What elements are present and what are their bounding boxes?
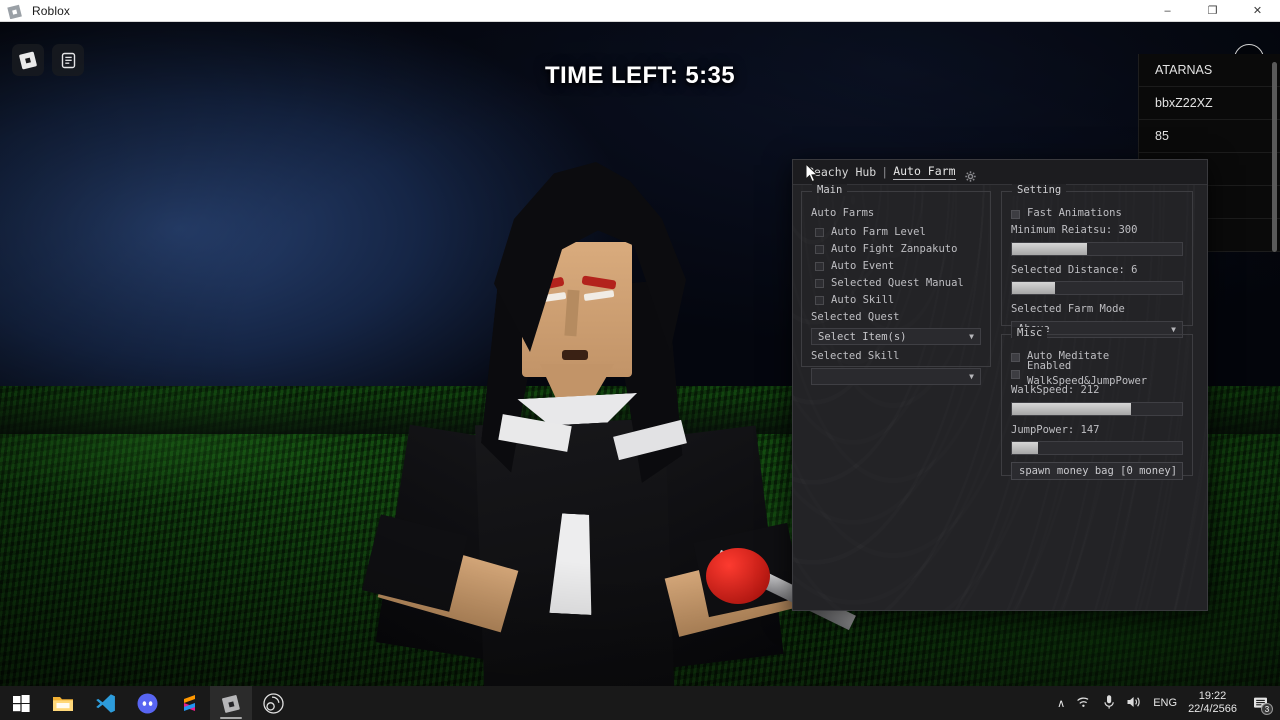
active-window-underline <box>220 716 242 719</box>
slider-walkspeed[interactable] <box>1011 401 1183 416</box>
spawn-money-bag-button[interactable]: spawn money bag [0 money] <box>1011 462 1183 480</box>
player-character <box>361 132 856 686</box>
selected-skill-label: Selected Skill <box>811 350 900 362</box>
list-item[interactable]: 85 <box>1139 120 1280 153</box>
slider-fill <box>1012 402 1131 415</box>
restore-button[interactable]: ❐ <box>1190 0 1235 22</box>
checkbox-label: Auto Fight Zanpakuto <box>831 242 958 255</box>
peachy-hub-panel[interactable]: Peachy Hub | Auto Farm Main Auto Farms A… <box>792 159 1208 611</box>
checkbox-label: Auto Event <box>831 259 895 272</box>
microphone-icon[interactable] <box>1103 694 1115 713</box>
gear-icon[interactable] <box>964 167 976 182</box>
close-button[interactable]: ✕ <box>1235 0 1280 22</box>
panel-title-bar[interactable]: Peachy Hub | Auto Farm <box>793 160 1207 185</box>
window-title-bar: Roblox – ❐ ✕ <box>0 0 1280 22</box>
notifications-icon[interactable]: 3 <box>1248 686 1274 720</box>
slider-fill <box>1012 242 1087 255</box>
dropdown-value: Select Item(s) <box>818 330 907 343</box>
chevron-down-icon[interactable]: ▼ <box>969 372 974 381</box>
chevron-down-icon[interactable]: ▼ <box>1171 325 1176 334</box>
game-viewport[interactable]: TIME LEFT: 5:35 ATARNAS bbxZ22XZ 85 6080… <box>0 22 1280 686</box>
list-item[interactable]: bbxZ22XZ <box>1139 87 1280 120</box>
time-left-label: TIME LEFT: 5:35 <box>544 62 736 89</box>
checkbox-icon[interactable] <box>815 245 824 254</box>
vscode-icon[interactable] <box>84 686 126 720</box>
group-misc: Misc Auto Meditate Enabled WalkSpeed&Jum… <box>1001 327 1193 480</box>
obs-studio-icon[interactable] <box>252 686 294 720</box>
slider-fill <box>1012 282 1055 294</box>
slider-selected-distance[interactable] <box>1011 281 1183 295</box>
checkbox-icon[interactable] <box>815 228 824 237</box>
dropdown-selected-quest[interactable]: Select Item(s) ▼ <box>811 328 981 345</box>
group-setting: Setting Fast Animations Minimum Reiatsu:… <box>1001 184 1193 338</box>
file-explorer-icon[interactable] <box>42 686 84 720</box>
list-item[interactable]: ATARNAS <box>1139 54 1280 87</box>
language-indicator[interactable]: ENG <box>1153 697 1177 709</box>
screen: Roblox – ❐ ✕ TIME LEFT: 5:35 ATARNAS bbx… <box>0 0 1280 720</box>
panel-right-column: Setting Fast Animations Minimum Reiatsu:… <box>1001 184 1193 484</box>
checkbox-label: Auto Farm Level <box>831 225 926 238</box>
selected-farm-mode-label: Selected Farm Mode <box>1011 303 1125 315</box>
minimize-button[interactable]: – <box>1145 0 1190 22</box>
roblox-icon <box>7 3 25 19</box>
checkbox-icon[interactable] <box>815 262 824 271</box>
checkbox-selected-quest-manual[interactable]: Selected Quest Manual <box>815 276 981 292</box>
window-title: Roblox <box>32 3 70 18</box>
chevron-down-icon[interactable]: ▼ <box>969 332 974 341</box>
wifi-icon[interactable] <box>1076 695 1092 711</box>
checkbox-auto-fight-zanpakuto[interactable]: Auto Fight Zanpakuto <box>815 242 981 258</box>
panel-left-column: Main Auto Farms Auto Farm Level Auto Fig… <box>801 184 991 484</box>
sublime-text-icon[interactable] <box>168 686 210 720</box>
checkbox-icon[interactable] <box>1011 369 1020 379</box>
panel-body: Main Auto Farms Auto Farm Level Auto Fig… <box>793 184 1207 484</box>
window-controls: – ❐ ✕ <box>1145 0 1280 22</box>
clock[interactable]: 19:22 22/4/2566 <box>1188 690 1237 716</box>
group-main-legend: Main <box>812 184 848 196</box>
slider-minimum-reiatsu[interactable] <box>1011 241 1183 256</box>
system-tray: ∧ ENG 19:22 22/4/2566 3 <box>1057 686 1280 720</box>
mouse-cursor <box>805 162 819 183</box>
checkbox-icon[interactable] <box>1011 352 1020 362</box>
checkbox-icon[interactable] <box>815 279 824 288</box>
title-separator: | <box>881 165 889 179</box>
notification-badge: 3 <box>1261 703 1273 715</box>
volume-icon[interactable] <box>1126 695 1142 712</box>
checkbox-label: Fast Animations <box>1027 207 1122 220</box>
checkbox-enabled-walkspeed-jumppower[interactable]: Enabled WalkSpeed&JumpPower <box>1011 360 1183 387</box>
auto-farms-label: Auto Farms <box>811 207 875 219</box>
jumppower-label: JumpPower: 147 <box>1011 423 1100 436</box>
checkbox-label: Selected Quest Manual <box>831 276 964 289</box>
show-hidden-icons-icon[interactable]: ∧ <box>1057 697 1065 710</box>
checkbox-icon[interactable] <box>815 296 824 305</box>
start-button-icon[interactable] <box>0 686 42 720</box>
slider-fill <box>1012 442 1038 454</box>
checkbox-label: Auto Skill <box>831 293 895 306</box>
clock-date: 22/4/2566 <box>1188 703 1237 715</box>
windows-taskbar: ∧ ENG 19:22 22/4/2566 3 <box>0 686 1280 720</box>
roblox-taskbar-icon[interactable] <box>210 686 252 720</box>
selected-quest-label: Selected Quest <box>811 310 900 323</box>
discord-icon[interactable] <box>126 686 168 720</box>
group-setting-legend: Setting <box>1012 184 1067 196</box>
checkbox-icon[interactable] <box>1011 209 1020 219</box>
checkbox-auto-skill[interactable]: Auto Skill <box>815 293 981 309</box>
clock-time: 19:22 <box>1198 690 1227 702</box>
group-misc-legend: Misc <box>1012 327 1048 339</box>
group-main: Main Auto Farms Auto Farm Level Auto Fig… <box>801 184 991 385</box>
checkbox-fast-animations[interactable]: Fast Animations <box>1011 206 1183 222</box>
checkbox-auto-event[interactable]: Auto Event <box>815 259 981 275</box>
checkbox-auto-farm-level[interactable]: Auto Farm Level <box>815 225 981 241</box>
dropdown-selected-skill[interactable]: ▼ <box>811 367 981 385</box>
leaderboard-scrollbar[interactable] <box>1272 62 1277 252</box>
tab-auto-farm[interactable]: Auto Farm <box>893 164 956 180</box>
minimum-reiatsu-label: Minimum Reiatsu: 300 <box>1011 224 1138 236</box>
selected-distance-label: Selected Distance: 6 <box>1011 263 1138 276</box>
slider-jumppower[interactable] <box>1011 441 1183 455</box>
